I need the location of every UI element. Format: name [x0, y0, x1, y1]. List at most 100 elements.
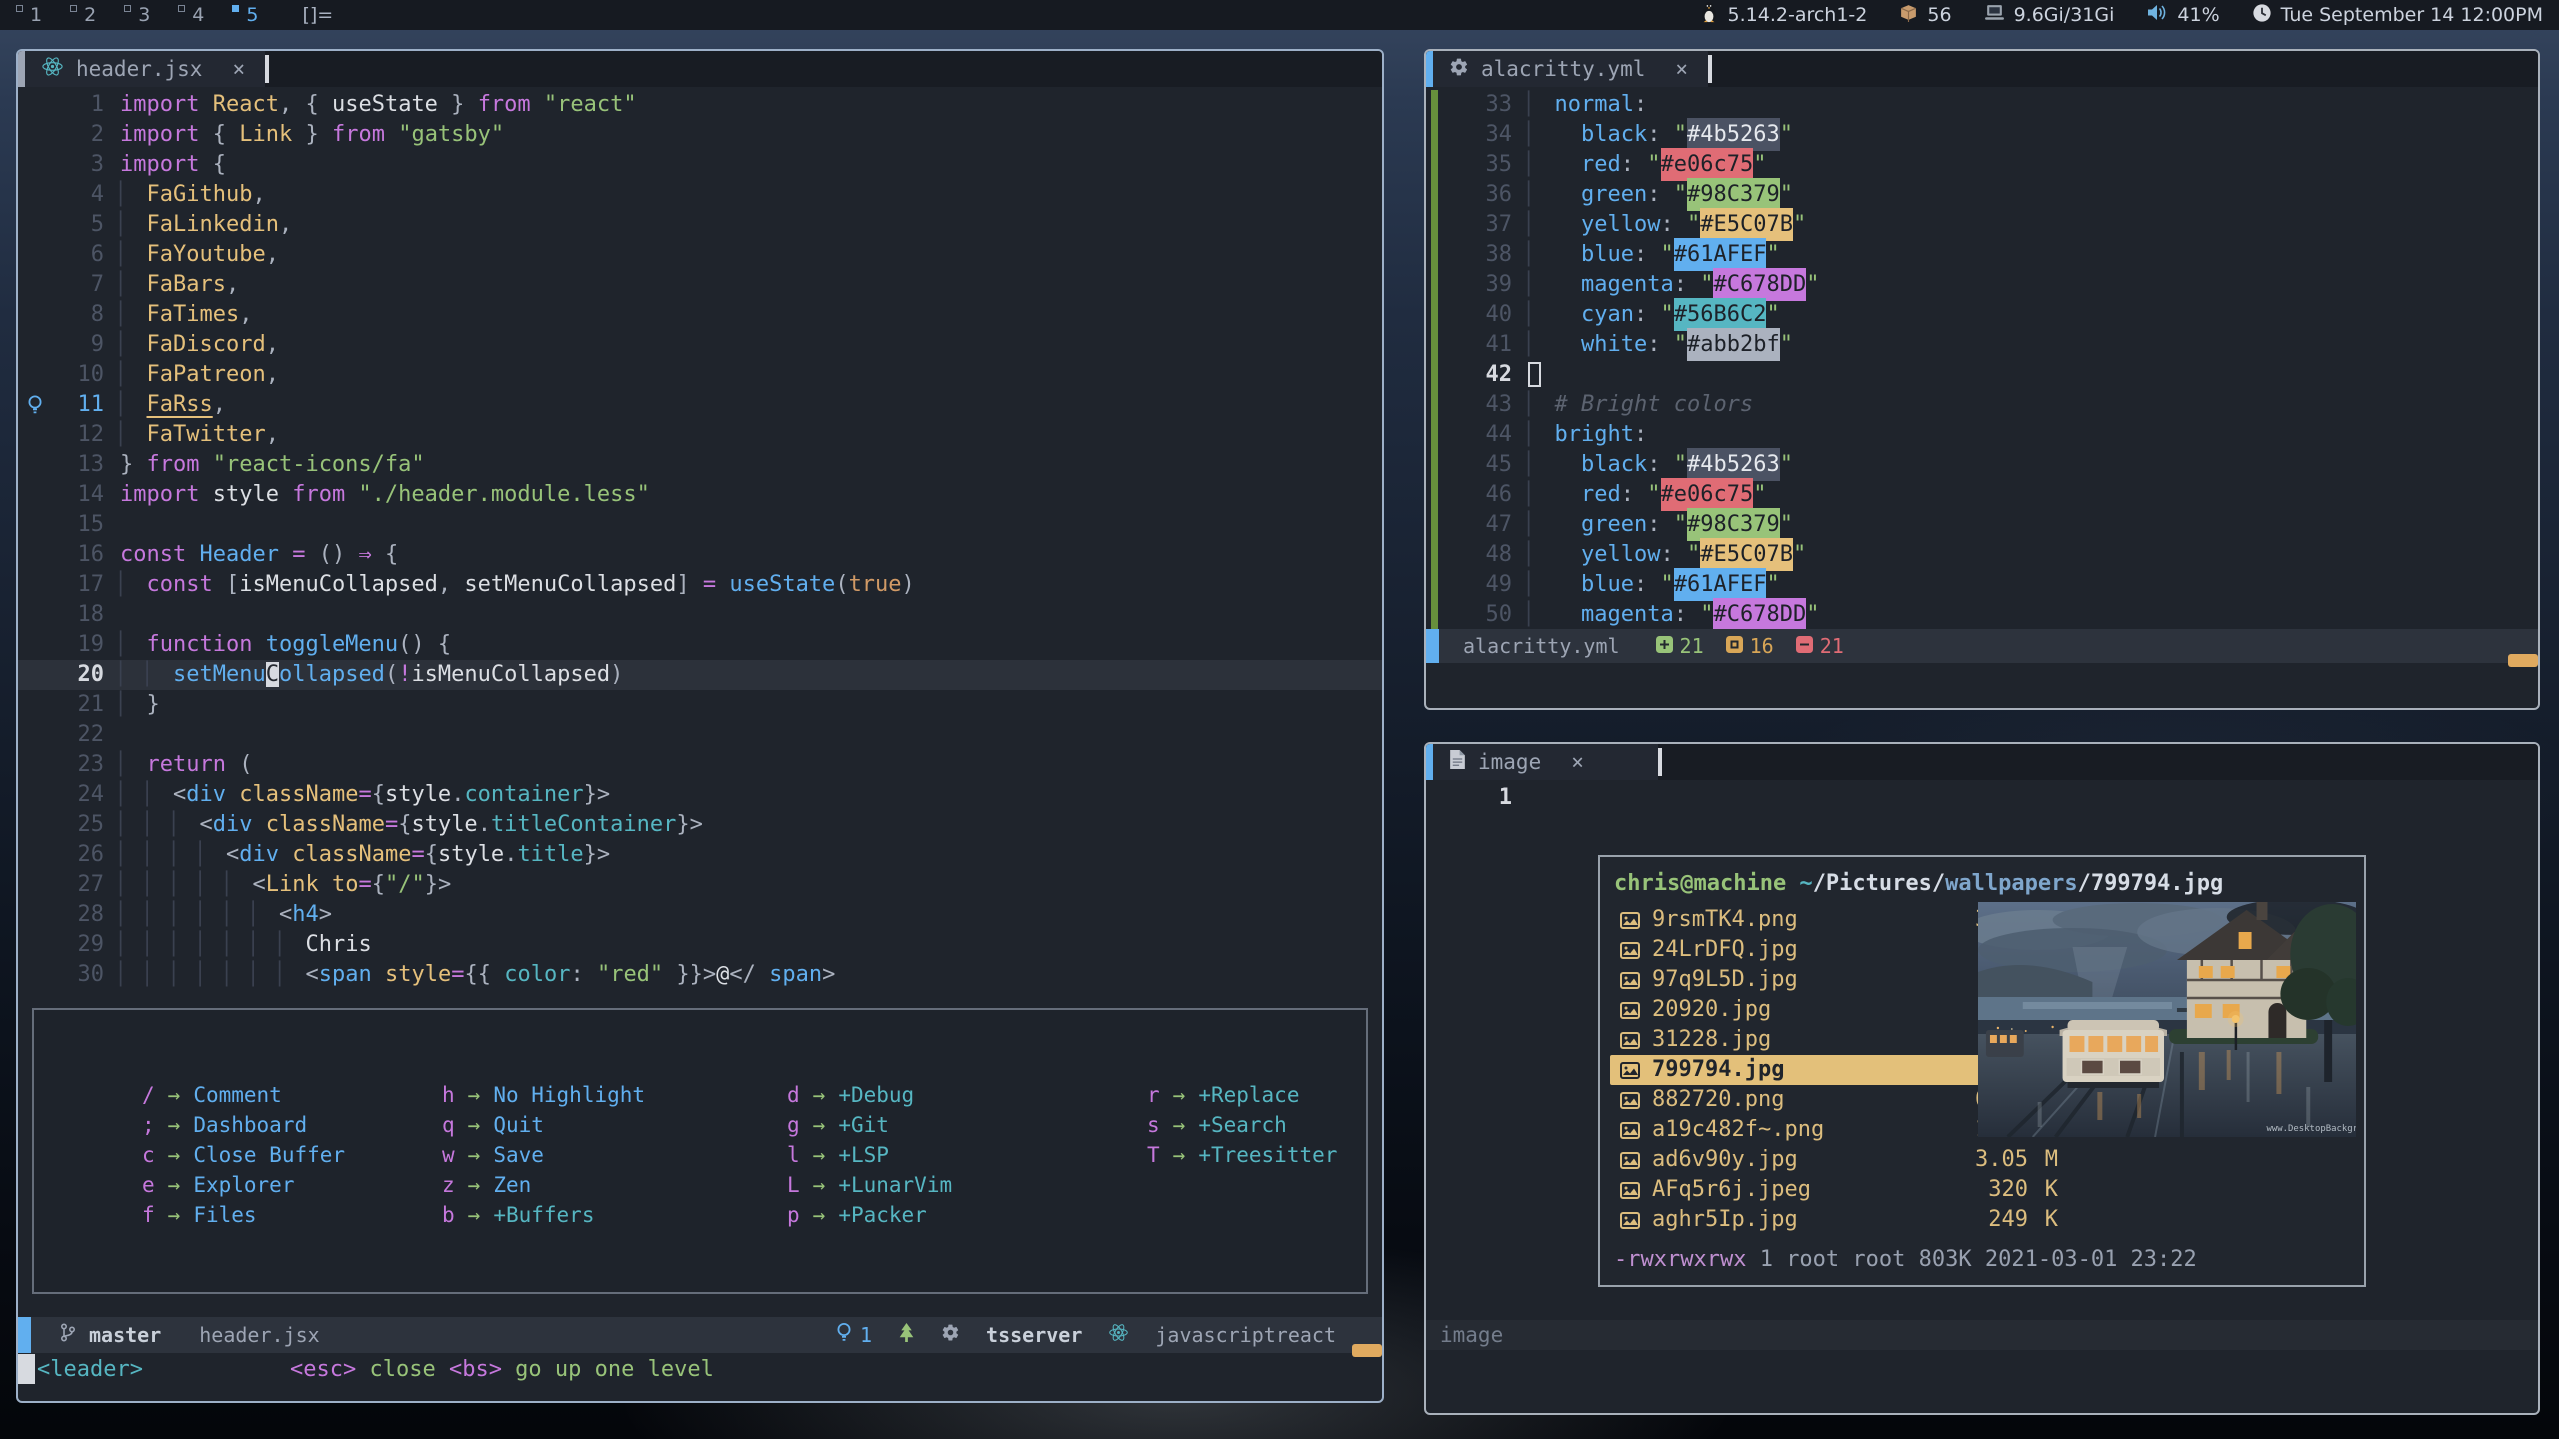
workspace-2[interactable]: 2	[70, 2, 96, 28]
code-line[interactable]: 33▏ normal:	[1426, 90, 2538, 120]
file-size-unit: M	[2028, 1145, 2058, 1175]
code-line[interactable]: 12▏ FaTwitter,	[18, 420, 1382, 450]
tab-image[interactable]: image ×	[1433, 744, 1658, 780]
code-line[interactable]: 48▏ yellow: "#E5C07B"	[1426, 540, 2538, 570]
file-row[interactable]: aghr5Ip.jpg249K	[1610, 1205, 2068, 1235]
line-number: 16	[52, 540, 104, 570]
whichkey-binding[interactable]: L→+LunarVim	[787, 1170, 1147, 1200]
whichkey-binding[interactable]: /→Comment	[142, 1080, 442, 1110]
code-line[interactable]: 15	[18, 510, 1382, 540]
code-line[interactable]: 17▏ const [isMenuCollapsed, setMenuColla…	[18, 570, 1382, 600]
statusline: master header.jsx 1 tsserver javascriptr…	[18, 1317, 1382, 1353]
code-line[interactable]: 30▏ ▏ ▏ ▏ ▏ ▏ ▏ <span style={{ color: "r…	[18, 960, 1382, 990]
code-line[interactable]: 20▏ ▏ setMenuCollapsed(!isMenuCollapsed)	[18, 660, 1382, 690]
code-line[interactable]: 42	[1426, 360, 2538, 390]
whichkey-binding[interactable]: q→Quit	[442, 1110, 787, 1140]
code-line[interactable]: 24▏ ▏ <div className={style.container}>	[18, 780, 1382, 810]
whichkey-binding[interactable]: c→Close Buffer	[142, 1140, 442, 1170]
whichkey-binding[interactable]: s→+Search	[1147, 1110, 1366, 1140]
kernel-status: 5.14.2-arch1-2	[1699, 1, 1868, 29]
package-count: 56	[1927, 4, 1951, 26]
code-line[interactable]: 45▏ black: "#4b5263"	[1426, 450, 2538, 480]
whichkey-binding[interactable]: b→+Buffers	[442, 1200, 787, 1230]
whichkey-binding[interactable]: T→+Treesitter	[1147, 1140, 1366, 1170]
code-line[interactable]: 47▏ green: "#98C379"	[1426, 510, 2538, 540]
line-number: 19	[52, 630, 104, 660]
whichkey-binding[interactable]: ;→Dashboard	[142, 1110, 442, 1140]
code-line[interactable]: 2import { Link } from "gatsby"	[18, 120, 1382, 150]
workspace-1[interactable]: 1	[16, 2, 42, 28]
code-line[interactable]: 38▏ blue: "#61AFEF"	[1426, 240, 2538, 270]
code-line[interactable]: 3import {	[18, 150, 1382, 180]
code-line[interactable]: 19▏ function toggleMenu() {	[18, 630, 1382, 660]
code-line[interactable]: 49▏ blue: "#61AFEF"	[1426, 570, 2538, 600]
code-line[interactable]: 35▏ red: "#e06c75"	[1426, 150, 2538, 180]
line-number: 24	[52, 780, 104, 810]
workspace-3[interactable]: 3	[124, 2, 150, 28]
dot-box-icon	[1726, 634, 1743, 658]
code-line[interactable]: 8▏ FaTimes,	[18, 300, 1382, 330]
whichkey-binding[interactable]: w→Save	[442, 1140, 787, 1170]
tab-header-jsx[interactable]: header.jsx ×	[25, 51, 265, 87]
code-line[interactable]: 28▏ ▏ ▏ ▏ ▏ ▏ <h4>	[18, 900, 1382, 930]
tab-title: header.jsx	[76, 57, 202, 81]
code-line[interactable]: 14import style from "./header.module.les…	[18, 480, 1382, 510]
whichkey-binding[interactable]: z→Zen	[442, 1170, 787, 1200]
code-line[interactable]: 46▏ red: "#e06c75"	[1426, 480, 2538, 510]
tab-close-icon[interactable]: ×	[232, 57, 245, 81]
whichkey-binding[interactable]: e→Explorer	[142, 1170, 442, 1200]
code-line[interactable]: 10▏ FaPatreon,	[18, 360, 1382, 390]
whichkey-binding[interactable]: d→+Debug	[787, 1080, 1147, 1110]
workspace-5[interactable]: 5	[232, 2, 258, 28]
code-line[interactable]: 1	[1426, 783, 2538, 813]
code-line[interactable]: 39▏ magenta: "#C678DD"	[1426, 270, 2538, 300]
command-line[interactable]: <leader> <esc> close <bs> go up one leve…	[18, 1353, 1382, 1385]
code-line[interactable]: 9▏ FaDiscord,	[18, 330, 1382, 360]
tab-close-icon[interactable]: ×	[1571, 750, 1584, 774]
line-number: 23	[52, 750, 104, 780]
code-line[interactable]: 50▏ magenta: "#C678DD"	[1426, 600, 2538, 630]
line-number: 5	[52, 210, 104, 240]
code-line[interactable]: 18	[18, 600, 1382, 630]
code-line[interactable]: 16const Header = () ⇒ {	[18, 540, 1382, 570]
code-line[interactable]: 5▏ FaLinkedin,	[18, 210, 1382, 240]
code-line[interactable]: 11▏ FaRss,	[18, 390, 1382, 420]
whichkey-binding[interactable]: f→Files	[142, 1200, 442, 1230]
code-line[interactable]: 43▏ # Bright colors	[1426, 390, 2538, 420]
whichkey-binding[interactable]: l→+LSP	[787, 1140, 1147, 1170]
whichkey-binding[interactable]: h→No Highlight	[442, 1080, 787, 1110]
workspace-4[interactable]: 4	[178, 2, 204, 28]
code-line[interactable]: 44▏ bright:	[1426, 420, 2538, 450]
whichkey-binding[interactable]: r→+Replace	[1147, 1080, 1366, 1110]
code-line[interactable]: 40▏ cyan: "#56B6C2"	[1426, 300, 2538, 330]
file-row[interactable]: ad6v90y.jpg3.05M	[1610, 1145, 2068, 1175]
code-line[interactable]: 29▏ ▏ ▏ ▏ ▏ ▏ ▏ Chris	[18, 930, 1382, 960]
tab-close-icon[interactable]: ×	[1675, 57, 1688, 81]
code-line[interactable]: 25▏ ▏ ▏ <div className={style.titleConta…	[18, 810, 1382, 840]
code-line[interactable]: 1import React, { useState } from "react"	[18, 90, 1382, 120]
file-row[interactable]: AFq5r6j.jpeg320K	[1610, 1175, 2068, 1205]
line-number: 30	[52, 960, 104, 990]
image-file-icon	[1620, 1062, 1640, 1079]
code-line[interactable]: 37▏ yellow: "#E5C07B"	[1426, 210, 2538, 240]
code-line[interactable]: 4▏ FaGithub,	[18, 180, 1382, 210]
code-line[interactable]: 21▏ }	[18, 690, 1382, 720]
line-number: 45	[1460, 450, 1512, 480]
whichkey-binding[interactable]: p→+Packer	[787, 1200, 1147, 1230]
code-line[interactable]: 36▏ green: "#98C379"	[1426, 180, 2538, 210]
code-line[interactable]: 41▏ white: "#abb2bf"	[1426, 330, 2538, 360]
whichkey-binding[interactable]: g→+Git	[787, 1110, 1147, 1140]
code-line[interactable]: 23▏ return (	[18, 750, 1382, 780]
file-name: 9rsmTK4.png	[1652, 905, 1798, 935]
code-line[interactable]: 6▏ FaYoutube,	[18, 240, 1382, 270]
code-line[interactable]: 7▏ FaBars,	[18, 270, 1382, 300]
code-line[interactable]: 22	[18, 720, 1382, 750]
tabline: image ×	[1426, 744, 2538, 780]
code-line[interactable]: 26▏ ▏ ▏ ▏ <div className={style.title}>	[18, 840, 1382, 870]
code-line[interactable]: 27▏ ▏ ▏ ▏ ▏ <Link to={"/"}>	[18, 870, 1382, 900]
image-preview-float-panel: chris@machine ~/Pictures/wallpapers/7997…	[1598, 855, 2366, 1287]
tab-alacritty-yml[interactable]: alacritty.yml ×	[1433, 51, 1708, 87]
code-line[interactable]: 34▏ black: "#4b5263"	[1426, 120, 2538, 150]
code-line[interactable]: 13} from "react-icons/fa"	[18, 450, 1382, 480]
line-number: 34	[1460, 120, 1512, 150]
